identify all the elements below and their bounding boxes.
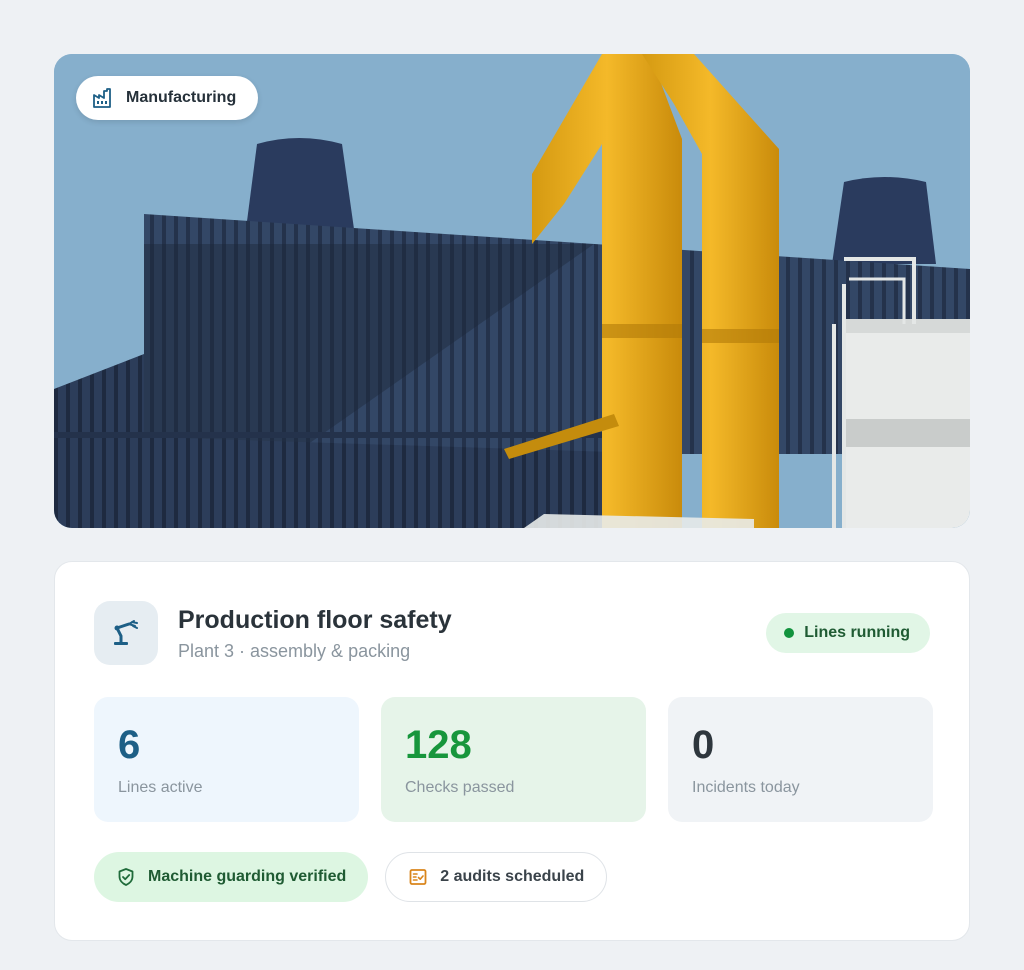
stat-checks-passed[interactable]: 128 Checks passed [381, 697, 646, 822]
factory-photo [54, 54, 970, 528]
factory-icon [92, 87, 114, 109]
status-label: Lines running [804, 624, 910, 641]
status-badge: Lines running [766, 613, 930, 653]
status-dot-icon [784, 628, 795, 638]
card-header: Production floor safety Plant 3 · assemb… [94, 601, 930, 665]
stat-lines-active[interactable]: 6 Lines active [94, 697, 359, 822]
shield-check-icon [116, 867, 136, 887]
stat-value: 128 [405, 723, 472, 767]
stat-label: Checks passed [405, 779, 515, 796]
hero-image: Manufacturing [54, 54, 970, 528]
stat-incidents-today[interactable]: 0 Incidents today [668, 697, 933, 822]
category-chip[interactable]: Manufacturing [76, 76, 259, 120]
chip-label: Machine guarding verified [148, 868, 347, 885]
robotic-arm-icon [94, 601, 158, 665]
audits-chip[interactable]: 2 audits scheduled [385, 852, 608, 902]
card-title: Production floor safety [178, 605, 452, 634]
tag-chips: Machine guarding verified 2 audits sched… [94, 852, 608, 902]
stats-row: 6 Lines active 128 Checks passed 0 Incid… [94, 697, 933, 822]
machine-guarding-chip[interactable]: Machine guarding verified [94, 852, 369, 902]
checklist-icon [408, 867, 428, 887]
safety-card: Production floor safety Plant 3 · assemb… [54, 561, 970, 941]
chip-label: 2 audits scheduled [440, 868, 585, 885]
stat-label: Lines active [118, 779, 203, 796]
stat-value: 0 [692, 723, 715, 767]
category-label: Manufacturing [126, 89, 237, 106]
stat-value: 6 [118, 723, 141, 767]
card-subtitle: Plant 3 · assembly & packing [178, 640, 411, 661]
stat-label: Incidents today [692, 779, 800, 796]
